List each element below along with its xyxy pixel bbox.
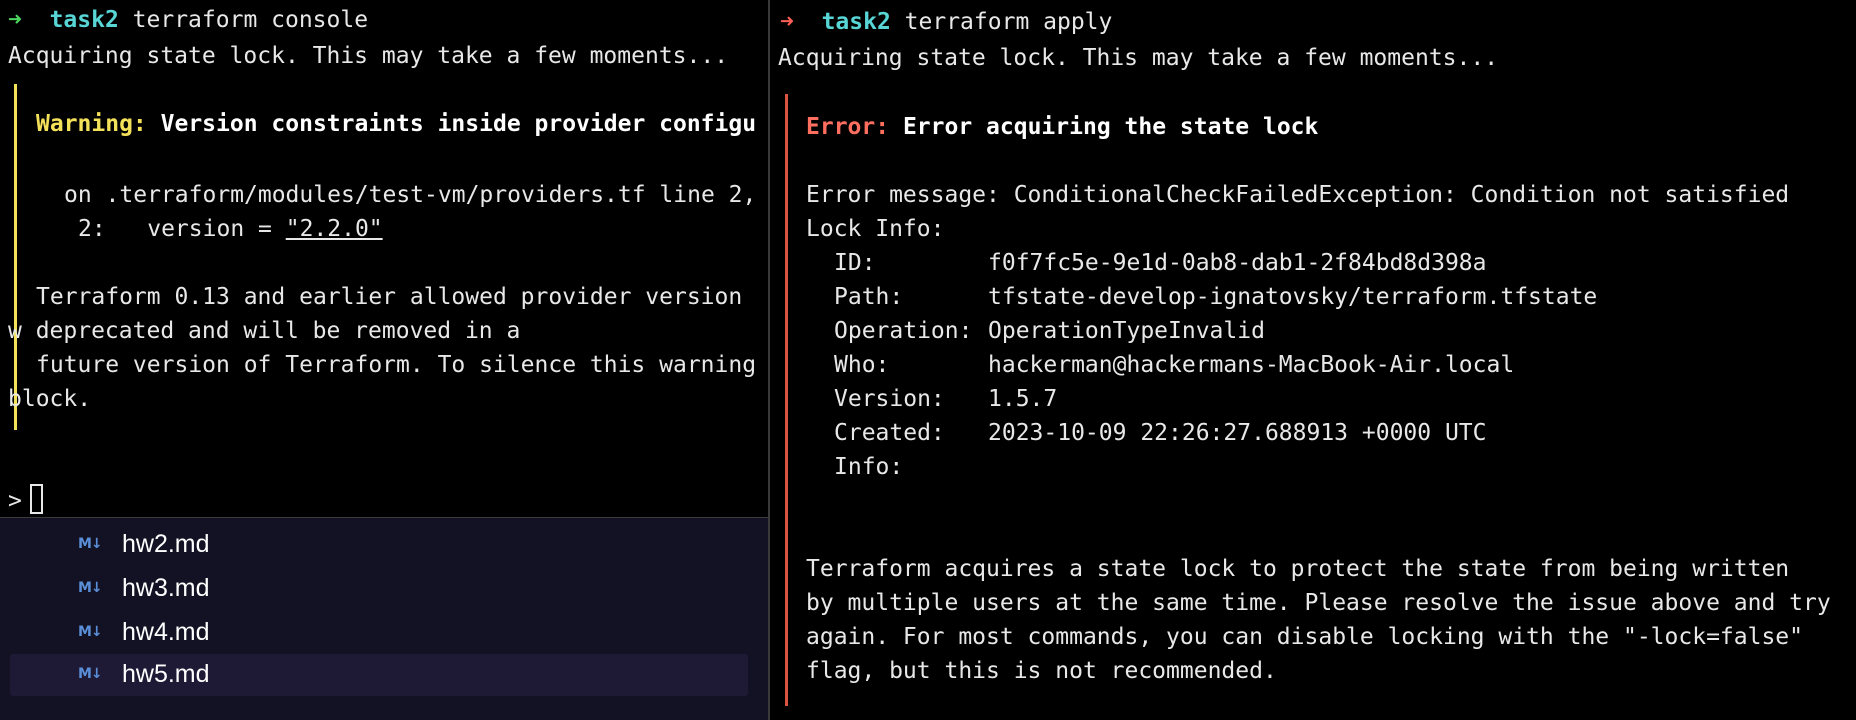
lock-info-id-key: ID: <box>834 250 876 276</box>
warning-label: Warning: <box>36 111 147 137</box>
lock-info-path-value: tfstate-develop-ignatovsky/terraform.tfs… <box>988 284 1598 310</box>
code-value: "2.2.0" <box>285 216 383 242</box>
warning-location: on .terraform/modules/test-vm/providers.… <box>64 182 757 208</box>
warning-gutter-bar <box>14 84 17 430</box>
prompt-line: ➜ task2 terraform console <box>8 3 368 37</box>
warning-body-line-1: Terraform 0.13 and earlier allowed provi… <box>36 284 757 310</box>
explanation-line-1: Terraform acquires a state lock to prote… <box>806 556 1790 582</box>
markdown-icon: M↓ <box>78 624 103 640</box>
lock-info-who-value: hackerman@hackermans-MacBook-Air.local <box>988 352 1515 378</box>
explanation-line-3: again. For most commands, you can disabl… <box>806 624 1803 650</box>
prompt-arrow-icon: ➜ <box>8 7 22 33</box>
warning-body-line-4: block. <box>8 386 92 412</box>
file-name: hw3.md <box>122 574 210 602</box>
lock-info-operation-value: OperationTypeInvalid <box>988 318 1265 344</box>
terminal-console-pane[interactable]: ➜ task2 terraform console Acquiring stat… <box>0 0 768 518</box>
prompt-cwd: task2 <box>49 7 119 33</box>
markdown-icon: M↓ <box>78 580 103 596</box>
lock-info-created-key: Created: <box>834 420 945 446</box>
state-lock-message: Acquiring state lock. This may take a fe… <box>778 45 1499 71</box>
markdown-icon: M↓ <box>78 666 103 682</box>
lock-info-created-value: 2023-10-09 22:26:27.688913 +0000 UTC <box>988 420 1487 446</box>
lock-info-version-key: Version: <box>834 386 945 412</box>
lock-info-path-key: Path: <box>834 284 904 310</box>
lock-info-id-value: f0f7fc5e-9e1d-0ab8-dab1-2f84bd8d398a <box>988 250 1487 276</box>
file-explorer: M↓ hw2.md M↓ hw3.md M↓ hw4.md M↓ hw5.md <box>0 518 768 720</box>
explanation-line-4: flag, but this is not recommended. <box>806 658 1277 684</box>
warning-body-line-2: w deprecated and will be removed in a <box>8 318 521 344</box>
error-heading: Error: Error acquiring the state lock <box>806 110 1318 144</box>
file-name: hw2.md <box>122 530 210 558</box>
repl-input-line[interactable]: > <box>8 484 43 518</box>
state-lock-message: Acquiring state lock. This may take a fe… <box>8 43 729 69</box>
warning-heading: Warning: Version constraints inside prov… <box>36 107 756 141</box>
prompt-arrow-icon: ➜ <box>780 9 794 35</box>
lock-info-operation-key: Operation: <box>834 318 973 344</box>
error-label: Error: <box>806 114 890 140</box>
prompt-command: terraform apply <box>904 9 1113 35</box>
repl-prompt: > <box>8 488 22 514</box>
warning-body-line-3: future version of Terraform. To silence … <box>36 352 757 378</box>
terminal-apply-pane[interactable]: ➜ task2 terraform apply Acquiring state … <box>770 0 1856 720</box>
explanation-line-2: by multiple users at the same time. Plea… <box>806 590 1831 616</box>
warning-title: Version constraints inside provider conf… <box>160 111 757 137</box>
lock-info-who-key: Who: <box>834 352 890 378</box>
lock-info-version-value: 1.5.7 <box>988 386 1058 412</box>
file-item-hw5[interactable]: M↓ hw5.md <box>10 654 748 696</box>
error-title: Error acquiring the state lock <box>902 114 1319 140</box>
lock-info-info-key: Info: <box>834 454 904 480</box>
file-name: hw4.md <box>122 618 210 646</box>
prompt-command: terraform console <box>132 7 369 33</box>
prompt-cwd: task2 <box>821 9 891 35</box>
text-cursor <box>29 484 43 514</box>
prompt-line: ➜ task2 terraform apply <box>780 5 1112 39</box>
file-item-hw2[interactable]: M↓ hw2.md <box>10 524 748 566</box>
file-name: hw5.md <box>122 660 210 688</box>
code-prefix: 2: version = <box>78 216 286 242</box>
file-item-hw3[interactable]: M↓ hw3.md <box>10 568 748 610</box>
error-gutter-bar <box>785 94 788 706</box>
lock-info-label: Lock Info: <box>806 216 945 242</box>
error-message: Error message: ConditionalCheckFailedExc… <box>806 182 1790 208</box>
warning-code-line: 2: version = "2.2.0" <box>78 212 383 246</box>
markdown-icon: M↓ <box>78 536 103 552</box>
file-item-hw4[interactable]: M↓ hw4.md <box>10 612 748 654</box>
